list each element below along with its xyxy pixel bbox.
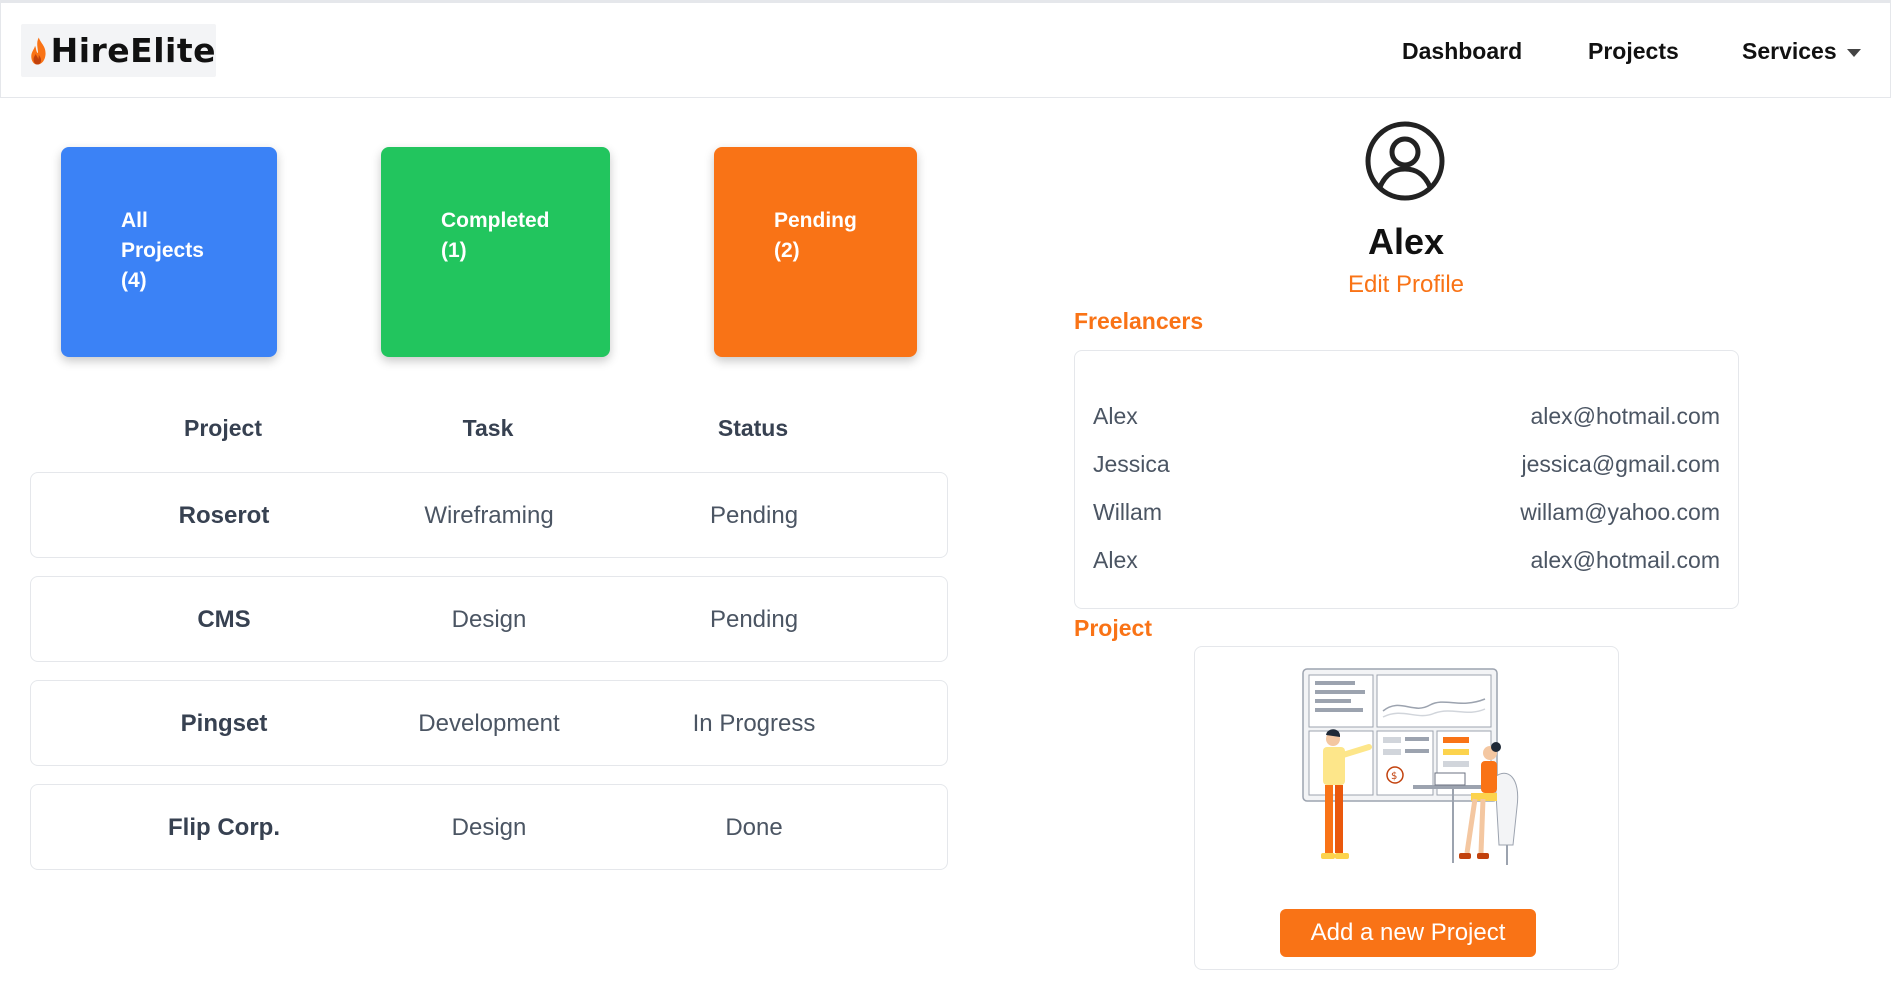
nav-services-label: Services [1742,38,1837,64]
project-card: $ Add a new Project [1194,646,1619,970]
flame-icon [31,36,46,65]
list-item[interactable]: Alex alex@hotmail.com [1093,547,1720,577]
caret-down-icon [1846,48,1861,57]
row-project: Pingset [180,710,268,737]
project-title: Project [1074,615,1152,641]
freelancers-title: Freelancers [1074,308,1204,334]
completed-count: (1) [441,239,467,262]
table-row[interactable]: Flip Corp. Design Done [30,784,948,870]
row-project: Flip Corp. [168,814,280,841]
header-project: Project [184,415,262,441]
row-task: Wireframing [424,502,554,529]
row-status: In Progress [692,710,816,737]
pending-card[interactable]: Pending (2) [714,147,917,357]
all-projects-label-1: All [121,209,148,232]
freelancer-name: Alex [1093,547,1138,573]
freelancer-email: jessica@gmail.com [1521,451,1720,477]
completed-label: Completed [441,209,550,232]
freelancer-name: Alex [1093,403,1138,429]
user-circle-icon[interactable] [1364,120,1446,202]
freelancer-email: alex@hotmail.com [1530,403,1720,429]
row-status: Done [725,814,783,841]
freelancer-email: willam@yahoo.com [1520,499,1720,525]
list-item[interactable]: Willam willam@yahoo.com [1093,499,1720,529]
table-row[interactable]: CMS Design Pending [30,576,948,662]
row-project: CMS [197,606,251,633]
navbar: HireElite Dashboard Projects Services [0,3,1891,98]
all-projects-label-2: Projects [121,239,204,262]
pending-label: Pending [774,209,857,232]
all-projects-count: (4) [121,269,147,292]
table-header: Project Task Status [30,415,948,445]
brand-name: HireElite [50,31,216,70]
row-status: Pending [709,502,799,529]
logo[interactable]: HireElite [21,24,216,77]
profile-name: Alex [1367,221,1445,262]
all-projects-card[interactable]: All Projects (4) [61,147,277,357]
row-task: Design [451,814,527,841]
dashboard-meeting-illustration: $ [1302,668,1519,865]
nav-projects[interactable]: Projects [1588,38,1679,65]
row-task: Design [451,606,527,633]
freelancers-list: Alex alex@hotmail.com Jessica jessica@gm… [1074,350,1739,609]
add-project-button[interactable]: Add a new Project [1280,909,1536,957]
list-item[interactable]: Jessica jessica@gmail.com [1093,451,1720,481]
freelancer-name: Willam [1093,499,1162,525]
freelancer-email: alex@hotmail.com [1530,547,1720,573]
completed-card[interactable]: Completed (1) [381,147,610,357]
header-task: Task [462,415,514,441]
pending-count: (2) [774,239,800,262]
table-row[interactable]: Pingset Development In Progress [30,680,948,766]
row-project: Roserot [178,502,270,529]
svg-text:$: $ [1391,771,1397,782]
nav-dashboard[interactable]: Dashboard [1402,38,1522,65]
edit-profile-link[interactable]: Edit Profile [1256,271,1556,299]
row-task: Development [418,710,560,737]
header-status: Status [717,415,789,441]
freelancer-name: Jessica [1093,451,1170,477]
nav-services[interactable]: Services [1742,38,1861,65]
table-row[interactable]: Roserot Wireframing Pending [30,472,948,558]
list-item[interactable]: Alex alex@hotmail.com [1093,403,1720,433]
row-status: Pending [709,606,799,633]
